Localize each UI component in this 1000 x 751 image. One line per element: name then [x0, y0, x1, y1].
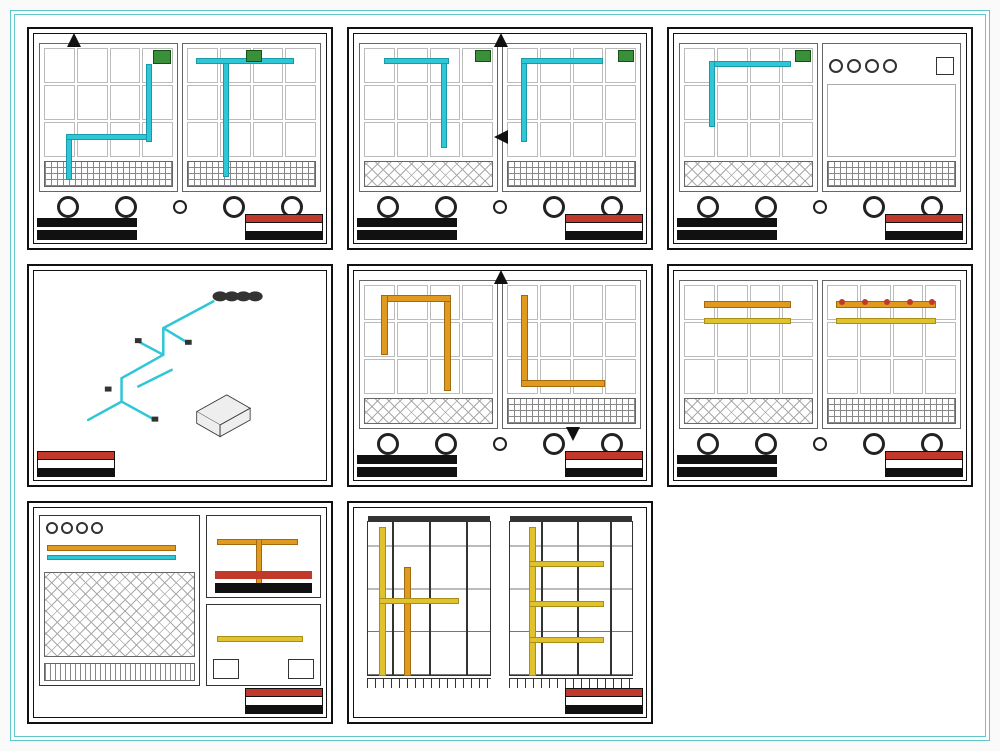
chassis-truss — [364, 161, 493, 187]
tank-icon — [61, 522, 73, 534]
wheel-icon — [173, 200, 187, 214]
tank-icon — [883, 59, 897, 73]
pipe-run — [710, 62, 789, 66]
tank-icon — [46, 522, 58, 534]
room-grid — [187, 48, 316, 157]
viewer-inner-frame — [14, 14, 986, 737]
notes-block — [357, 455, 457, 477]
sheet-grid — [27, 27, 973, 724]
title-block — [565, 214, 643, 240]
pipe-run — [385, 59, 448, 63]
pipe-run — [522, 59, 601, 63]
elevation-left — [367, 521, 491, 676]
tank-icon — [91, 522, 103, 534]
drawing-sheet-6[interactable] — [667, 264, 973, 487]
pipe-run — [67, 135, 71, 179]
trailer-plan — [359, 43, 641, 192]
title-block — [245, 688, 323, 714]
tank-icon — [847, 59, 861, 73]
equipment-icon — [246, 50, 262, 62]
equipment-icon — [475, 50, 491, 62]
equipment-icon — [153, 50, 171, 64]
title-block — [885, 214, 963, 240]
wheel-icon — [223, 196, 245, 218]
title-block — [565, 451, 643, 477]
equipment-icon — [618, 50, 634, 62]
room-grid — [44, 48, 173, 157]
drawing-sheet-3[interactable] — [667, 27, 973, 250]
drawing-sheet-5[interactable] — [347, 264, 653, 487]
pipe-run — [224, 59, 228, 177]
pipe-run — [147, 65, 151, 141]
chassis-truss — [187, 161, 316, 187]
wheel-icon — [57, 196, 79, 218]
title-block — [245, 214, 323, 240]
drawing-sheet-1[interactable] — [27, 27, 333, 250]
north-arrow-icon — [494, 33, 508, 47]
drawing-sheet-4-isometric[interactable] — [27, 264, 333, 487]
title-block — [37, 451, 115, 477]
detail-panels — [39, 515, 321, 686]
drawing-sheet-8-elevation[interactable] — [347, 501, 653, 724]
north-arrow-icon — [67, 33, 81, 47]
title-block — [885, 451, 963, 477]
trailer-right-half — [182, 43, 321, 192]
pipe-run — [710, 62, 714, 127]
pipe-run — [522, 59, 526, 141]
trailer-left-half — [39, 43, 178, 192]
tank-icon — [76, 522, 88, 534]
title-block — [565, 688, 643, 714]
building-elevations — [367, 521, 633, 676]
sanitary-run — [382, 296, 451, 301]
viewer-outer-frame — [10, 10, 990, 741]
drawing-sheet-2[interactable] — [347, 27, 653, 250]
sanitary-run — [522, 296, 527, 384]
pipe-run — [197, 59, 293, 63]
trailer-plan — [39, 43, 321, 192]
tank-icon — [829, 59, 843, 73]
notes-block — [37, 218, 137, 240]
north-arrow-icon — [494, 270, 508, 284]
pipe-run — [67, 135, 149, 139]
sanitary-run — [445, 296, 450, 390]
drawing-sheet-7-details[interactable] — [27, 501, 333, 724]
empty-slot — [667, 501, 973, 724]
notes-block — [357, 218, 457, 240]
chassis-truss — [44, 161, 173, 187]
isometric-diagram — [41, 278, 319, 445]
pipe-run — [442, 59, 446, 147]
sanitary-run — [522, 381, 604, 386]
wheel-icon — [115, 196, 137, 218]
elevation-right — [509, 521, 633, 676]
notes-block — [677, 218, 777, 240]
notes-block — [677, 455, 777, 477]
sanitary-run — [382, 296, 387, 355]
chassis-truss — [507, 161, 636, 187]
tank-icon — [865, 59, 879, 73]
equipment-icon — [936, 57, 954, 75]
